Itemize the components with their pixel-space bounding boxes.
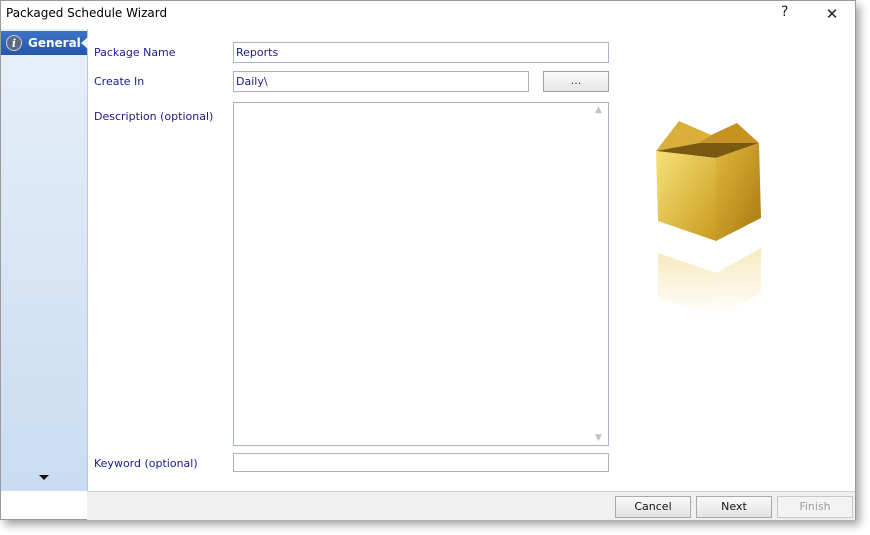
close-button[interactable]: ✕ xyxy=(817,2,847,26)
browse-button[interactable]: ... xyxy=(543,71,609,92)
description-field[interactable]: ▲ ▼ xyxy=(233,102,609,446)
sidebar-scroll-down-icon[interactable] xyxy=(39,475,49,480)
keyword-label: Keyword (optional) xyxy=(94,457,198,470)
cancel-button[interactable]: Cancel xyxy=(615,496,691,518)
window-title: Packaged Schedule Wizard xyxy=(6,6,168,20)
description-scrollbar[interactable]: ▲ ▼ xyxy=(592,103,608,445)
keyword-field[interactable] xyxy=(233,453,609,472)
finish-button[interactable]: Finish xyxy=(777,496,853,518)
sidebar: i General xyxy=(1,29,88,491)
package-name-field[interactable] xyxy=(233,42,609,63)
package-name-label: Package Name xyxy=(94,46,176,59)
package-box-icon xyxy=(656,121,761,318)
info-icon: i xyxy=(6,35,22,51)
sidebar-item-label: General xyxy=(28,36,81,50)
wizard-footer: Cancel Next Finish xyxy=(87,491,855,520)
create-in-field[interactable] xyxy=(233,71,529,92)
close-icon: ✕ xyxy=(825,5,839,23)
title-bar: Packaged Schedule Wizard ? ✕ xyxy=(1,1,855,27)
selection-pointer xyxy=(81,37,88,49)
create-in-label: Create In xyxy=(94,75,145,88)
scroll-up-icon[interactable]: ▲ xyxy=(595,105,602,115)
scroll-down-icon[interactable]: ▼ xyxy=(595,433,602,443)
next-button[interactable]: Next xyxy=(696,496,772,518)
sidebar-item-general[interactable]: i General xyxy=(1,31,88,55)
wizard-window: Packaged Schedule Wizard ? ✕ i General P… xyxy=(0,0,856,520)
description-label: Description (optional) xyxy=(94,110,214,123)
help-button[interactable]: ? xyxy=(781,4,788,20)
